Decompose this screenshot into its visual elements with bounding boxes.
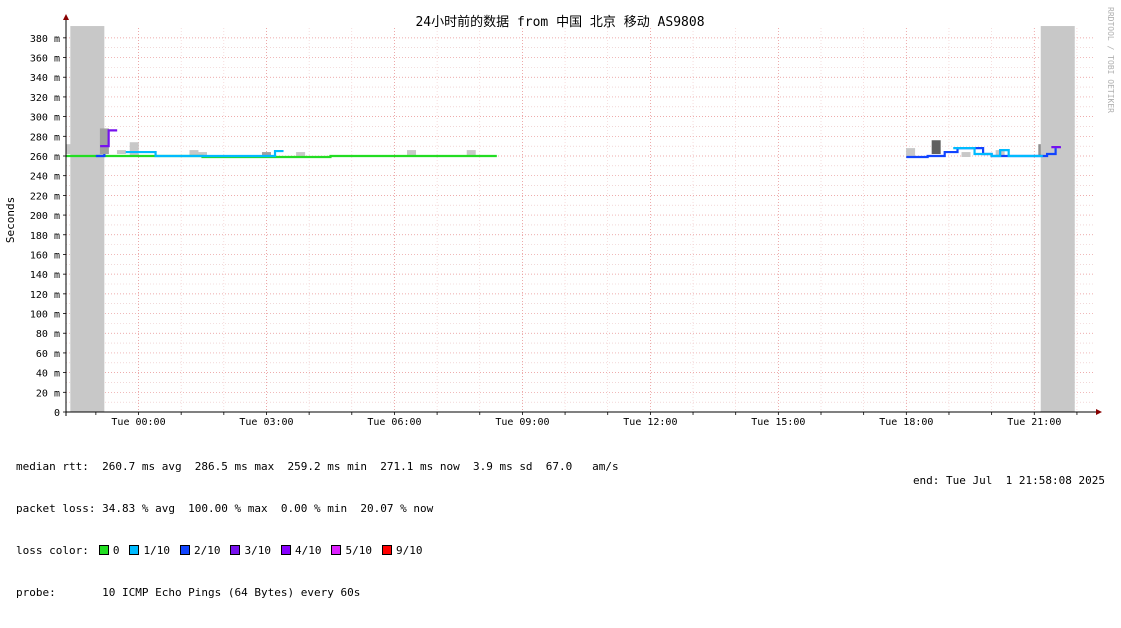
y-tick-label: 320 m <box>30 93 60 104</box>
loss-color-value: 3/10 <box>244 544 271 557</box>
x-axis-arrow <box>1096 409 1102 415</box>
packet-loss-line: packet loss: 34.83 % avg 100.00 % max 0.… <box>16 502 434 515</box>
y-tick-label: 20 m <box>36 388 60 399</box>
y-tick-label: 380 m <box>30 34 60 45</box>
loss-color-item: 3/10 <box>230 544 271 557</box>
x-tick-labels: Tue 00:00 Tue 03:00 Tue 06:00 Tue 09:00 Tue … <box>111 417 1061 428</box>
x-tick-label: Tue 00:00 <box>111 417 165 428</box>
smoke-band <box>906 148 916 157</box>
loss-color-value: 1/10 <box>143 544 170 557</box>
y-tick-label: 100 m <box>30 310 60 321</box>
y-tick-label: 140 m <box>30 270 60 281</box>
x-tick-label: Tue 18:00 <box>879 417 933 428</box>
loss-color-items: 0 1/10 2/10 3/10 4/10 5/10 9/10 <box>89 544 433 557</box>
loss-color-item: 2/10 <box>179 544 221 557</box>
smokeping-graph: 24小时前的数据 from 中国 北京 移动 AS9808 Seconds RR… <box>0 0 1121 599</box>
smoke-band <box>961 152 971 157</box>
smoke-band <box>931 140 941 155</box>
x-tick-label: Tue 03:00 <box>239 417 293 428</box>
y-tick-label: 240 m <box>30 172 60 183</box>
loss-color-swatch <box>381 545 392 555</box>
y-tick-label: 160 m <box>30 250 60 261</box>
loss-color-value: 2/10 <box>193 544 221 557</box>
rrdtool-watermark: RRDTOOL / TOBI OETIKER <box>1106 7 1115 113</box>
grid <box>66 28 1094 412</box>
x-tick-label: Tue 09:00 <box>495 417 549 428</box>
y-axis-label: Seconds <box>4 197 17 243</box>
y-tick-label: 0 <box>54 408 60 419</box>
smoke-band <box>99 128 109 155</box>
legend: median rtt: 260.7 ms avg 286.5 ms max 25… <box>16 432 619 628</box>
median-line <box>66 154 497 159</box>
loss-color-item: 4/10 <box>280 544 322 557</box>
loss-color-value: 9/10 <box>395 544 423 557</box>
y-tick-label: 80 m <box>36 329 60 340</box>
y-tick-label: 220 m <box>30 191 60 202</box>
smoke-band <box>116 150 126 155</box>
loss-color-swatch <box>179 545 190 555</box>
loss-color-swatch <box>129 545 140 555</box>
unknown-data-band <box>1040 26 1075 413</box>
loss-color-swatch <box>331 545 342 555</box>
loss-color-value: 4/10 <box>294 544 322 557</box>
smoke-bands <box>65 26 1075 413</box>
y-tick-labels: 0 20 m 40 m 60 m 80 m 100 m 120 m 140 m 160 m 180… <box>30 34 60 419</box>
y-tick-label: 40 m <box>36 369 60 380</box>
x-tick-label: Tue 12:00 <box>623 417 677 428</box>
loss-color-value: 5/10 <box>345 544 372 557</box>
smoke-band <box>129 142 139 156</box>
y-tick-label: 260 m <box>30 152 60 163</box>
y-tick-label: 300 m <box>30 113 60 124</box>
loss-color-label: loss color: <box>16 544 89 557</box>
loss-color-item: 5/10 <box>331 544 372 557</box>
y-tick-label: 200 m <box>30 211 60 222</box>
loss-color-item: 9/10 <box>381 544 423 557</box>
loss-color-swatch <box>98 545 109 555</box>
y-tick-label: 280 m <box>30 132 60 143</box>
chart-title: 24小时前的数据 from 中国 北京 移动 AS9808 <box>415 14 704 30</box>
y-tick-label: 360 m <box>30 54 60 65</box>
median-line <box>1051 146 1061 149</box>
loss-color-swatch <box>280 545 291 555</box>
end-timestamp: end: Tue Jul 1 21:58:08 2025 <box>912 474 1105 487</box>
loss-color-value: 0 <box>112 544 120 557</box>
y-tick-label: 60 m <box>36 349 60 360</box>
y-axis-arrow <box>63 14 69 20</box>
y-tick-label: 180 m <box>30 231 60 242</box>
unknown-data-band <box>70 26 105 413</box>
loss-color-item: 0 <box>98 544 120 557</box>
x-tick-label: Tue 21:00 <box>1007 417 1061 428</box>
latency-chart: 24小时前的数据 from 中国 北京 移动 AS9808 Seconds RR… <box>4 7 1115 428</box>
y-tick-label: 340 m <box>30 73 60 84</box>
loss-color-swatch <box>230 545 241 555</box>
loss-color-line: loss color: 0 1/10 2/10 3/10 4/10 5/10 9/10 <box>16 544 619 558</box>
loss-color-item: 1/10 <box>129 544 170 557</box>
x-tick-label: Tue 15:00 <box>751 417 805 428</box>
probe-line: probe: 10 ICMP Echo Pings (64 Bytes) eve… <box>16 586 361 599</box>
median-rtt-line: median rtt: 260.7 ms avg 286.5 ms max 25… <box>16 460 619 473</box>
y-tick-label: 120 m <box>30 290 60 301</box>
x-tick-label: Tue 06:00 <box>367 417 421 428</box>
